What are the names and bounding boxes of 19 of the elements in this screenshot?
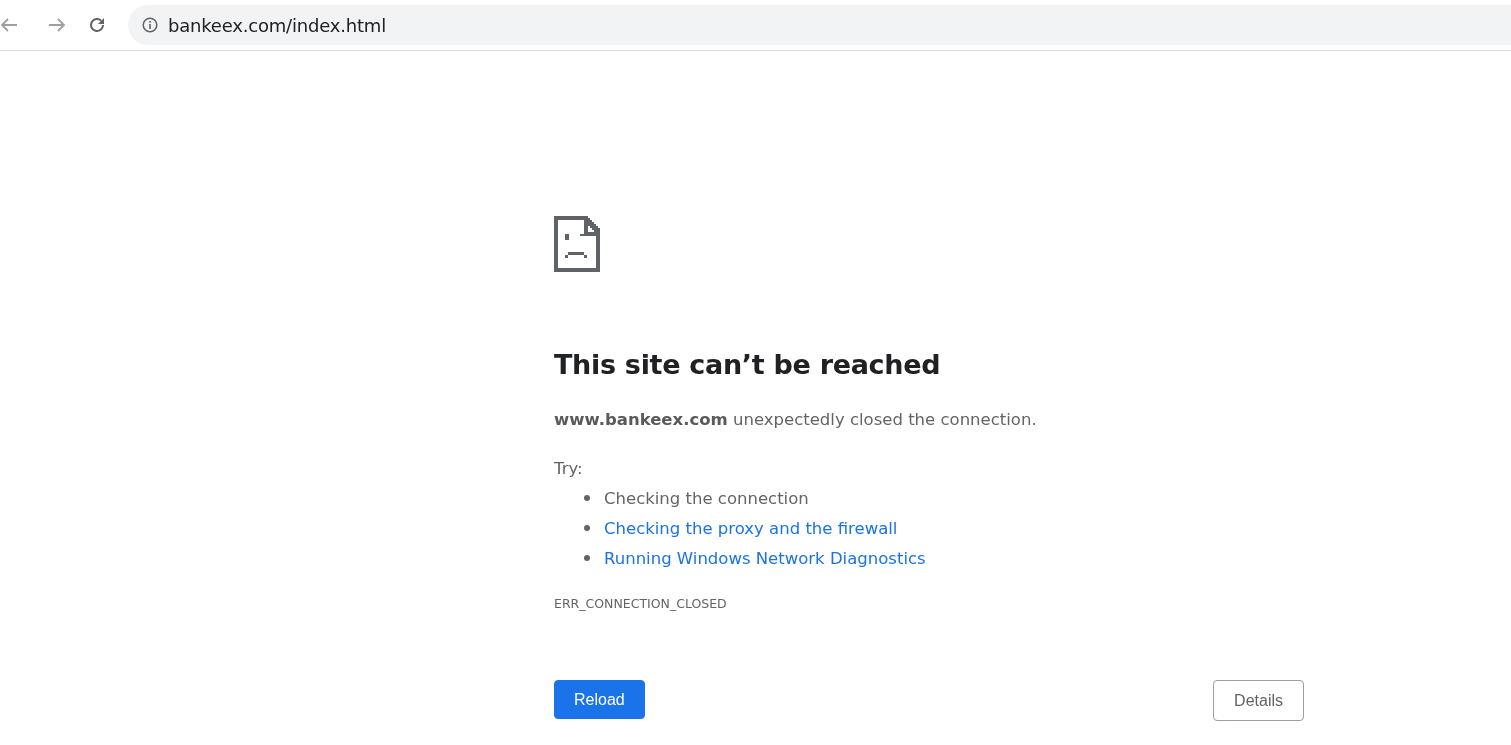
suggestion-text: Checking the connection: [604, 488, 809, 508]
details-button[interactable]: Details: [1213, 680, 1304, 721]
url-text: bankeex.com/index.html: [168, 14, 386, 36]
bullet-icon: [584, 555, 590, 561]
address-bar[interactable]: bankeex.com/index.html: [128, 5, 1511, 45]
reload-icon[interactable]: [88, 16, 106, 34]
back-arrow-icon[interactable]: [0, 17, 18, 33]
forward-arrow-icon[interactable]: [48, 17, 66, 33]
error-title: This site can’t be reached: [554, 348, 942, 382]
sad-page-icon: [554, 216, 600, 272]
suggestion-link[interactable]: Checking the proxy and the firewall: [604, 518, 898, 538]
error-code: ERR_CONNECTION_CLOSED: [554, 596, 727, 611]
suggestion-link[interactable]: Running Windows Network Diagnostics: [604, 548, 926, 568]
reload-button[interactable]: Reload: [554, 680, 645, 719]
bullet-icon: [584, 525, 590, 531]
try-label: Try:: [554, 458, 583, 480]
error-message: www.bankeex.com unexpectedly closed the connection.: [554, 409, 1038, 431]
info-icon[interactable]: [142, 17, 158, 33]
bullet-icon: [584, 495, 590, 501]
